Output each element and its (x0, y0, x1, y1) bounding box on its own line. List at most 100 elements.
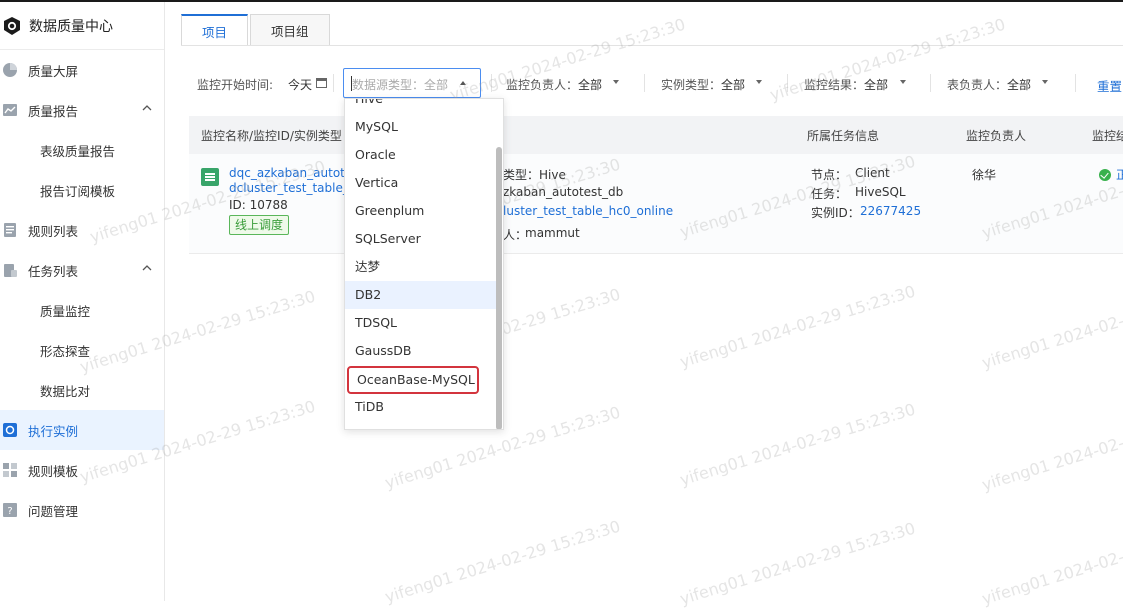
node-value: Client (855, 166, 890, 180)
dropdown-option[interactable]: Oracle (345, 141, 499, 169)
chevron-up-icon (142, 105, 152, 111)
sidebar-item-profiling[interactable]: 形态探查 (0, 330, 164, 370)
sidebar-item-label: 报告订阅模板 (40, 183, 116, 199)
task-value: HiveSQL (855, 185, 906, 199)
tab-project-group[interactable]: 项目组 (250, 14, 330, 46)
sidebar-item-quality-monitor[interactable]: 质量监控 (0, 290, 164, 330)
dropdown-option[interactable]: TiDB (345, 393, 499, 421)
sidebar-item-label: 规则模板 (28, 463, 79, 479)
brand[interactable]: 数据质量中心 (0, 2, 164, 50)
sidebar: 数据质量中心 质量大屏 质量报告 表级质量报告 报告订阅模板 规则列表 任务列表 (0, 2, 165, 601)
dropdown-option[interactable]: TDSQL (345, 309, 499, 337)
sidebar-item-label: 执行实例 (28, 423, 79, 439)
watermark: yifeng01 2024-02-29 15:23:30 (979, 405, 1123, 495)
table-owner: mammut (525, 226, 580, 240)
dropdown-option-highlighted[interactable]: OceanBase-MySQL (347, 366, 479, 394)
table-owner-prefix: 人： (503, 228, 528, 242)
instance-type-value[interactable]: 全部 (721, 76, 745, 93)
tabs-divider (181, 45, 1123, 46)
caret-down-icon[interactable] (756, 80, 762, 84)
filter-separator (787, 74, 788, 92)
tab-bar: 项目 项目组 (181, 14, 332, 46)
caret-down-icon[interactable] (900, 80, 906, 84)
dropdown-option[interactable]: Greenplum (345, 197, 499, 225)
sidebar-item-rule-list[interactable]: 规则列表 (0, 210, 164, 250)
column-header: 所属任务信息 (807, 129, 880, 143)
sidebar-item-label: 质量监控 (40, 303, 91, 319)
start-time-value[interactable]: 今天 (288, 76, 312, 93)
result-label: 监控结果： (804, 78, 865, 92)
dropdown-option-hovered[interactable]: DB2 (345, 281, 499, 309)
shield-logo-icon (4, 16, 20, 35)
owner-label: 监控负责人： (506, 78, 579, 92)
watermark: yifeng01 2024-02-29 15:23:30 (677, 281, 918, 372)
monitor-result[interactable]: 正 (1116, 166, 1123, 183)
question-icon: ? (3, 503, 17, 517)
instance-icon (3, 423, 17, 437)
task-icon (4, 264, 17, 277)
instance-type-label: 实例类型： (661, 78, 722, 92)
filter-separator (644, 74, 645, 92)
sidebar-item-label: 质量大屏 (28, 63, 79, 79)
owner-value[interactable]: 全部 (578, 76, 602, 93)
dropdown-option[interactable]: 达梦 (345, 253, 499, 281)
sidebar-item-rule-templates[interactable]: 规则模板 (0, 450, 164, 490)
filter-separator (491, 74, 492, 92)
dropdown-option[interactable]: GaussDB (345, 337, 499, 365)
monitor-name-line1[interactable]: dqc_azkaban_autotes (229, 166, 359, 180)
calendar-icon[interactable] (316, 77, 327, 88)
sidebar-item-dashboard[interactable]: 质量大屏 (0, 50, 164, 90)
filter-separator (333, 74, 334, 92)
node-label: 节点： (811, 168, 848, 182)
sidebar-item-task-list[interactable]: 任务列表 (0, 250, 164, 290)
caret-up-icon (460, 81, 466, 85)
database-name: zkaban_autotest_db (503, 185, 624, 199)
column-header: 监控名称/监控ID/实例类型 (201, 129, 342, 143)
caret-down-icon[interactable] (613, 80, 619, 84)
monitor-name-line2[interactable]: dcluster_test_table_h (229, 181, 356, 195)
success-check-icon (1099, 169, 1111, 181)
datasource-type: 类型：Hive (503, 168, 566, 182)
table-row[interactable]: dqc_azkaban_autotes dcluster_test_table_… (189, 154, 1123, 254)
table-owner-value[interactable]: 全部 (1007, 76, 1031, 93)
watermark: yifeng01 2024-02-29 15:23:30 (677, 399, 918, 490)
sidebar-item-label: 规则列表 (28, 223, 79, 239)
sidebar-item-label: 形态探查 (40, 343, 91, 359)
sidebar-item-label: 问题管理 (28, 503, 79, 519)
sidebar-item-quality-report[interactable]: 质量报告 (0, 90, 164, 130)
brand-title: 数据质量中心 (29, 18, 113, 35)
monitor-owner: 徐华 (972, 168, 997, 182)
dropdown-option[interactable]: Vertica (345, 169, 499, 197)
instance-id-label: 实例ID： (811, 206, 860, 220)
dropdown-option[interactable]: SQLServer (345, 225, 499, 253)
report-icon (3, 104, 17, 116)
sidebar-item-report-subscription[interactable]: 报告订阅模板 (0, 170, 164, 210)
dropdown-scrollbar-thumb[interactable] (496, 147, 502, 429)
sidebar-item-issues[interactable]: ? 问题管理 (0, 490, 164, 530)
start-time-label: 监控开始时间: (197, 78, 274, 92)
sidebar-item-label: 任务列表 (28, 263, 79, 279)
filter-separator (930, 74, 931, 92)
datasource-placeholder: 数据源类型：全部 (352, 78, 449, 92)
reset-button[interactable]: 重置 (1097, 76, 1122, 95)
watermark: yifeng01 2024-02-29 15:23:30 (677, 518, 918, 608)
chevron-up-icon (142, 265, 152, 271)
datasource-type-select[interactable]: 数据源类型：全部 (343, 68, 481, 98)
sidebar-item-label: 质量报告 (28, 103, 79, 119)
schedule-tag: 线上调度 (229, 215, 290, 235)
list-icon (4, 223, 16, 237)
sidebar-item-table-report[interactable]: 表级质量报告 (0, 130, 164, 170)
result-value[interactable]: 全部 (864, 76, 888, 93)
column-header: 监控负责人 (966, 129, 1027, 143)
table-name-link[interactable]: luster_test_table_hc0_online (503, 204, 673, 218)
dropdown-option[interactable]: Hive (345, 99, 499, 113)
svg-text:?: ? (7, 506, 12, 517)
tab-project[interactable]: 项目 (181, 14, 249, 46)
table-header: 监控名称/监控ID/实例类型 所属任务信息 监控负责人 监控结 (189, 116, 1123, 154)
watermark: yifeng01 2024-02-29 15:23:30 (979, 519, 1123, 608)
dropdown-option[interactable]: MySQL (345, 113, 499, 141)
sidebar-item-data-compare[interactable]: 数据比对 (0, 370, 164, 410)
instance-id-link[interactable]: 22677425 (860, 204, 921, 218)
sidebar-item-instances[interactable]: 执行实例 (0, 410, 164, 450)
caret-down-icon[interactable] (1042, 80, 1048, 84)
